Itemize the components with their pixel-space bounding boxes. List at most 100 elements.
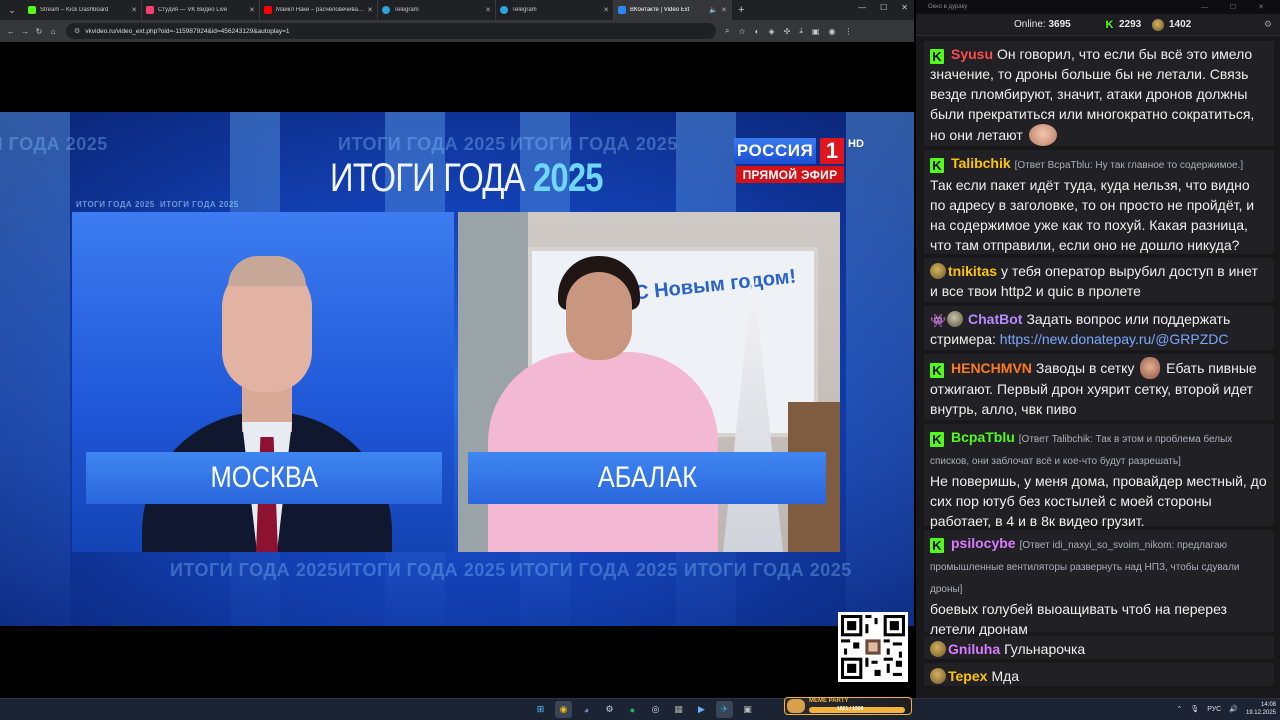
watermark-text: ИТОГИ ГОДА 2025 [510, 560, 678, 580]
location-caption-left: МОСКВА [86, 452, 442, 504]
side-panel-icon[interactable]: ▣ [812, 27, 820, 36]
video-letterbox-top [0, 42, 914, 112]
chat-username[interactable]: Gniluha [948, 641, 1000, 657]
chat-window-controls[interactable]: — ☐ ✕ [1201, 3, 1274, 11]
telegram-icon[interactable]: ✈ [716, 701, 733, 718]
microphone-icon[interactable]: 🎙 [1190, 705, 1199, 713]
close-icon[interactable]: ✕ [249, 6, 255, 14]
back-icon[interactable]: ← [4, 27, 18, 36]
zoom-icon[interactable]: ⌕ [725, 26, 729, 36]
location-caption-right: АБАЛАК [468, 452, 826, 504]
chat-username[interactable]: Syusu [951, 46, 993, 62]
download-icon[interactable]: ⤓ [799, 26, 803, 36]
extension-icon[interactable]: ◐ [755, 27, 760, 36]
chat-message-list[interactable]: K Syusu Он говорил, что если бы всё это им… [916, 38, 1280, 698]
chat-username[interactable]: BcpaTblu [951, 429, 1015, 445]
chat-username[interactable]: psilocybe [951, 535, 1016, 551]
discord-icon[interactable]: ◕ [578, 701, 595, 718]
kick-badge-icon: K [930, 432, 944, 447]
close-window-icon[interactable]: ✕ [901, 3, 908, 12]
youtube-icon [264, 6, 272, 14]
kick-badge-icon: K [930, 363, 944, 378]
chat-message: K Talibchik [Ответ BcpaTblu: Ну так главно… [924, 150, 1274, 254]
obs-icon[interactable]: ◎ [647, 701, 664, 718]
rewards-count: 1402 [1152, 18, 1191, 31]
chat-username[interactable]: Talibchik [951, 155, 1011, 171]
vk-icon [618, 6, 626, 14]
tab-vk-studio[interactable]: Студия — VK Видео Live ✕ [142, 0, 260, 20]
chat-username[interactable]: HENCHMVN [951, 360, 1032, 376]
taskbar: ⊞ ◉ ◕ ⚙ ● ◎ ▦ ▶ ✈ ▣ ⌃ 🎙 РУС 🔊 14:08 19.1… [0, 698, 1280, 720]
chat-message: tnikitas у тебя оператор вырубил доступ в… [924, 258, 1274, 302]
window-controls: — ☐ ✕ [858, 3, 908, 12]
minimize-icon[interactable]: — [858, 3, 866, 12]
volume-icon[interactable]: 🔊 [1229, 705, 1238, 713]
tab-search-icon[interactable]: ⌄ [4, 2, 20, 18]
forward-icon[interactable]: → [18, 27, 32, 36]
url-input[interactable]: ⚙ vkvideo.ru/video_ext.php?oid=-11598792… [66, 23, 716, 39]
chat-username[interactable]: Tepex [948, 668, 987, 684]
kick-badge-icon: K [930, 158, 944, 173]
emote-face-icon [1140, 357, 1161, 379]
close-icon[interactable]: ✕ [721, 6, 727, 14]
new-tab-button[interactable]: + [738, 4, 744, 16]
close-icon[interactable]: ✕ [603, 6, 609, 14]
app-icon[interactable]: ▣ [739, 701, 756, 718]
donate-link[interactable]: https://new.donatepay.ru/@GRPZDC [1000, 331, 1229, 347]
chat-message: K BcpaTblu [Ответ Talibchik: Так в этом и … [924, 424, 1274, 529]
chat-reply[interactable]: [Ответ BcpaTblu: Ну так главное то содер… [1015, 160, 1244, 171]
language-indicator[interactable]: РУС [1207, 706, 1221, 713]
close-icon[interactable]: ✕ [131, 6, 137, 14]
clock[interactable]: 14:08 19.12.2025 [1246, 701, 1276, 717]
chat-message: K Syusu Он говорил, что если бы всё это им… [924, 41, 1274, 146]
kick-badge-icon: K [930, 49, 944, 64]
chat-message: K HENCHMVN Заводы в сетку Ебать пивные отж… [924, 354, 1274, 420]
reward-icon [1152, 18, 1164, 31]
site-info-icon[interactable]: ⚙ [74, 27, 80, 35]
tab-telegram-2[interactable]: Telegram ✕ [496, 0, 614, 20]
avatar-badge-icon [947, 311, 963, 327]
avatar-badge-icon [930, 668, 946, 684]
online-count: Online: 3695 [1014, 19, 1071, 30]
tab-kick-dashboard[interactable]: Stream – Kick Dashboard ✕ [24, 0, 142, 20]
gear-icon[interactable]: ⚙ [1264, 19, 1272, 30]
meme-party-widget: MEME PARTY 1821 / 1500 [784, 697, 912, 715]
close-icon[interactable]: ✕ [485, 6, 491, 14]
steam-icon[interactable]: ⚙ [601, 701, 618, 718]
profile-icon[interactable]: ◉ [828, 27, 835, 36]
speaker-icon[interactable]: 🔈 [709, 6, 718, 14]
bg-stripe [846, 112, 914, 626]
reload-icon[interactable]: ↻ [32, 27, 46, 36]
speaker-hair [228, 256, 306, 286]
chat-username[interactable]: tnikitas [948, 263, 997, 279]
chevron-up-icon[interactable]: ⌃ [1176, 705, 1182, 713]
menu-icon[interactable]: ⋮ [844, 27, 852, 36]
caller-head [566, 272, 632, 360]
followers-count: K 2293 [1104, 18, 1142, 31]
bookmark-star-icon[interactable]: ☆ [738, 27, 745, 36]
media-player-icon[interactable]: ▶ [693, 701, 710, 718]
tab-telegram-1[interactable]: Telegram ✕ [378, 0, 496, 20]
watermark-text: ИТОГИ ГОДА 2025 [684, 560, 852, 580]
close-icon[interactable]: ✕ [367, 6, 373, 14]
puzzle-icon[interactable]: ✣ [784, 27, 791, 36]
qr-code [838, 612, 908, 682]
maximize-icon[interactable]: ☐ [880, 3, 887, 12]
address-bar: ← → ↻ ⌂ ⚙ vkvideo.ru/video_ext.php?oid=-… [0, 20, 914, 42]
spotify-icon[interactable]: ● [624, 701, 641, 718]
system-tray: ⌃ 🎙 РУС 🔊 14:08 19.12.2025 [1176, 701, 1276, 717]
windows-start-icon[interactable]: ⊞ [532, 701, 549, 718]
video-player[interactable]: ИТОГИ ГОДА 2025 ИТОГИ ГОДА 2025 ИТОГИ ГО… [0, 112, 914, 626]
home-icon[interactable]: ⌂ [46, 27, 60, 36]
qr-code-image [841, 615, 905, 679]
chat-text: Заводы в сетку [1035, 360, 1135, 376]
watermark-text: ИТОГИ ГОДА 2025 [0, 134, 108, 154]
chat-username[interactable]: ChatBot [968, 311, 1022, 327]
chat-text: Не поверишь, у меня дома, провайдер мест… [930, 473, 1267, 529]
tab-youtube[interactable]: Майкл Наки – расчеловечивание ✕ [260, 0, 378, 20]
tab-vk-video-ext[interactable]: ВКонтакте | Video Ext 🔈 ✕ [614, 0, 732, 20]
chat-message: Tepex Мда [924, 663, 1274, 686]
chrome-icon[interactable]: ◉ [555, 701, 572, 718]
extension-icon[interactable]: ◈ [769, 27, 775, 36]
app-icon[interactable]: ▦ [670, 701, 687, 718]
